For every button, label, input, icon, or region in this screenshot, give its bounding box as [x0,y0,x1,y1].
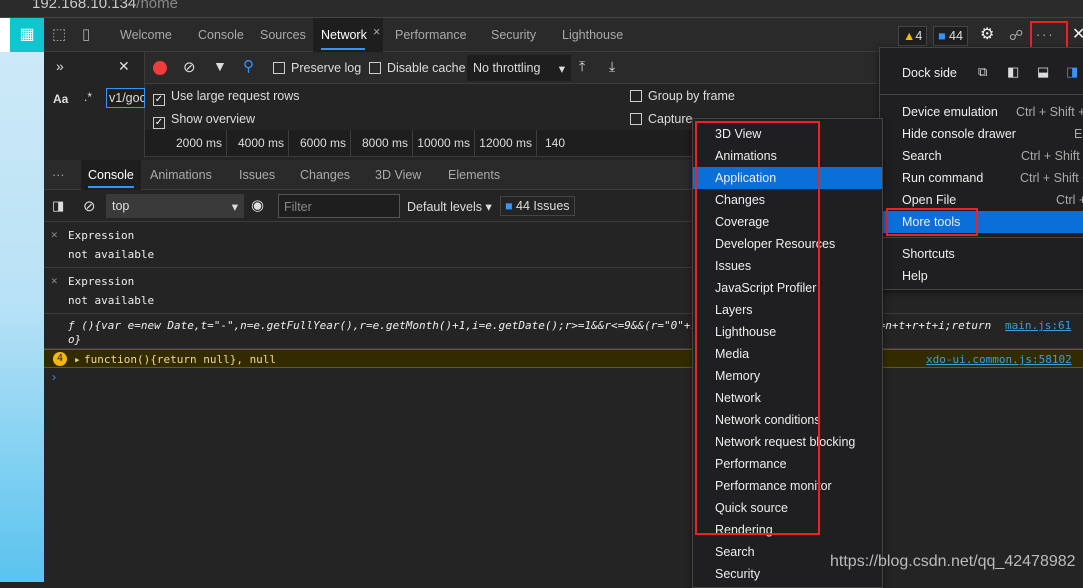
timeline-tick: 2000 ms [165,130,227,157]
more-tabs-icon[interactable]: ··· [52,160,65,190]
url-text[interactable]: 192.168.10.134/home [32,0,178,12]
message-icon: ■ [938,29,946,43]
expression-value: not available [68,294,155,307]
drawer-tab-3d-view[interactable]: 3D View [375,160,421,190]
issues-badge[interactable]: ■ 44 [933,26,968,46]
tab-console[interactable]: Console [198,18,244,52]
throttling-select[interactable]: No throttling ▾ [467,55,571,81]
watermark: https://blog.csdn.net/qq_42478982 [830,553,1076,570]
inspect-icon[interactable]: ⬚ [52,18,66,52]
warnings-badge[interactable]: ▲4 [898,26,928,46]
apps-tile[interactable]: ▦ [0,18,44,52]
timeline-tick: 6000 ms [289,130,351,157]
capture-checkbox[interactable]: Capture [630,112,692,126]
drawer-tab-elements[interactable]: Elements [448,160,500,190]
highlight-box [695,121,820,535]
browser-address-bar: 192.168.10.134/home [0,0,1083,18]
source-link[interactable]: xdo-ui.common.js:58102 [926,353,1072,366]
record-button[interactable] [153,61,167,75]
expression-label[interactable]: Expression [68,275,134,288]
close-icon[interactable]: ✕ [118,58,130,75]
remove-expression-icon[interactable]: ✕ [51,274,58,287]
disable-cache-checkbox[interactable]: Disable cache [369,61,466,75]
drawer-tab-console[interactable]: Console [81,160,141,190]
download-icon[interactable]: ⤓ [609,58,615,75]
chevron-double-right-icon[interactable]: » [56,58,64,74]
tab-lighthouse[interactable]: Lighthouse [562,18,623,52]
menu-item-help[interactable]: Help [880,265,1083,287]
sidebar-toggle-icon[interactable]: ◨ [52,198,64,214]
source-link[interactable]: main.js:61 [1005,319,1071,332]
drawer-tab-issues[interactable]: Issues [239,160,275,190]
device-toolbar-icon[interactable]: ▯ [82,18,90,52]
menu-item-search[interactable]: SearchCtrl + Shift + F [880,145,1083,167]
tab-performance[interactable]: Performance [395,18,467,52]
clear-icon[interactable]: ⊘ [183,58,196,76]
divider [880,94,1083,95]
expression-label[interactable]: Expression [68,229,134,242]
console-log-entry: ƒ (){var e=new Date,t="-",n=e.getFullYea… [44,314,1083,349]
tab-welcome[interactable]: Welcome [120,18,172,52]
group-by-frame-checkbox[interactable]: Group by frame [630,89,735,103]
drawer-tab-animations[interactable]: Animations [150,160,212,190]
console-issues-button[interactable]: ■ 44 Issues [500,196,575,216]
tab-sources[interactable]: Sources [260,18,306,52]
page-content [0,18,44,582]
dock-right-icon[interactable]: ◨ [1066,64,1078,80]
grid-icon: ▦ [10,18,44,52]
match-case-button[interactable]: Aa [53,92,68,106]
remove-expression-icon[interactable]: ✕ [51,228,58,241]
timeline-tick: 10000 ms [413,130,475,157]
console-warning-entry: 4 ▸ function(){return null}, null xdo-ui… [44,349,1083,368]
filter-icon[interactable]: ▼ [213,58,227,74]
large-rows-checkbox[interactable]: ✓ Use large request rows [153,89,300,106]
dock-left-icon[interactable]: ◧ [1007,64,1019,80]
timeline-tick: 140 [545,136,566,150]
network-search-pane: » ✕ Aa .* v1/goc [44,52,145,158]
divider [880,237,1083,238]
drawer-tab-changes[interactable]: Changes [300,160,350,190]
dock-bottom-icon[interactable]: ⬓ [1037,64,1049,80]
clear-console-icon[interactable]: ⊘ [83,197,96,215]
menu-item-shortcuts[interactable]: Shortcuts [880,243,1083,265]
show-overview-checkbox[interactable]: ✓ Show overview [153,112,255,129]
expression-value: not available [68,248,155,261]
highlight-box [886,208,978,236]
tab-security[interactable]: Security [491,18,536,52]
main-menu: Dock side ⧉ ◧ ⬓ ◨ Device emulation Ctrl +… [879,47,1083,290]
log-levels-select[interactable]: Default levels ▾ [407,199,492,214]
tab-network[interactable]: Network × [313,18,383,52]
search-input[interactable]: v1/goc [106,88,145,108]
regex-button[interactable]: .* [84,90,92,104]
warning-count-badge: 4 [53,352,67,366]
timeline-tick: 8000 ms [351,130,413,157]
preserve-log-checkbox[interactable]: Preserve log [273,61,361,75]
close-tab-icon[interactable]: × [373,15,380,49]
undock-icon[interactable]: ⧉ [978,64,987,80]
eye-icon[interactable]: ◉ [251,196,264,214]
warning-icon: ▲ [903,29,916,43]
context-select[interactable]: top ▾ [106,194,244,218]
filter-input[interactable]: Filter [278,194,400,218]
menu-item-device-emulation[interactable]: Device emulationCtrl + Shift + M [880,101,1083,123]
menu-item-hide-console-drawer[interactable]: Hide console drawerEsc [880,123,1083,145]
timeline-tick: 12000 ms [475,130,537,157]
search-icon[interactable]: ⚲ [243,57,254,75]
upload-icon[interactable]: ⤒ [579,58,585,75]
menu-item-run-command[interactable]: Run commandCtrl + Shift + P [880,167,1083,189]
console-prompt[interactable]: › [52,370,56,384]
timeline-tick: 4000 ms [227,130,289,157]
expand-triangle-icon[interactable]: ▸ [74,353,81,366]
